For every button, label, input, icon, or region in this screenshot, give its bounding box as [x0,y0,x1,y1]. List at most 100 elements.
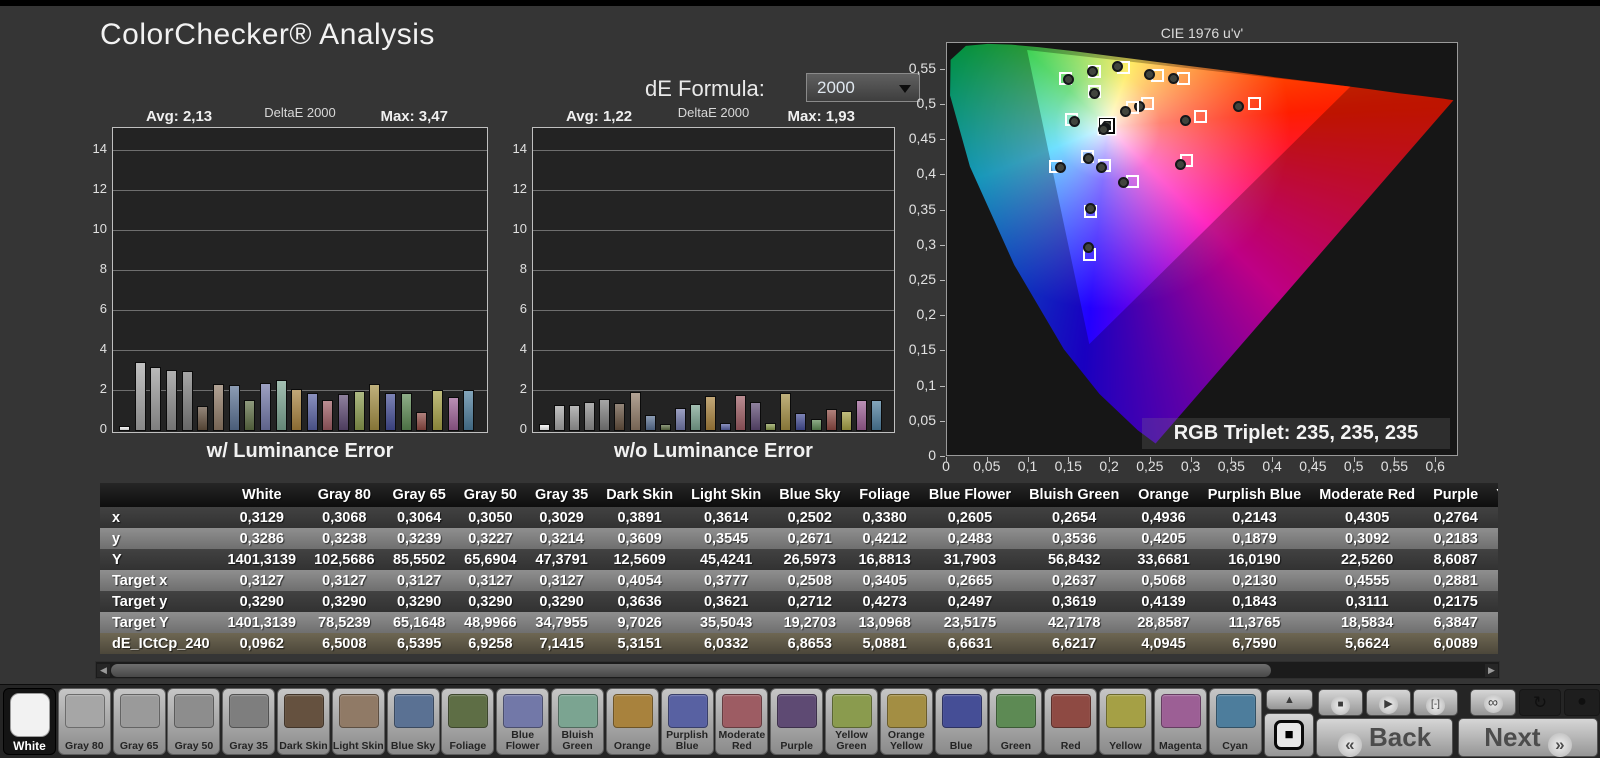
column-header: White [219,483,306,507]
patch-swatch-moderate-red [722,694,762,728]
table-cell: 0,2671 [770,528,849,549]
table-cell: 78,5239 [305,612,383,633]
row-header: dE_ICtCp_240 [100,633,219,654]
scrollbar-thumb[interactable] [111,664,1271,677]
patch-swatch-dark-skin [284,694,324,728]
patch-button-blue-sky[interactable]: Blue Sky [387,688,440,755]
table-cell: 0,3050 [455,507,526,528]
collapse-button[interactable]: ▲ [1266,689,1313,710]
patch-button-white[interactable]: White [3,688,56,755]
gridline [533,230,894,231]
bar-purplish-blue [720,423,731,431]
patch-button-blue[interactable]: Blue [935,688,988,755]
table-cell: 0,3732 [1487,507,1498,528]
table-cell: 0,3029 [526,507,597,528]
measured-marker-green [1063,74,1074,85]
patch-button-dark-skin[interactable]: Dark Skin [277,688,330,755]
back-button[interactable]: « Back [1316,718,1453,757]
table-row: Target Y1401,313978,523965,164848,996634… [100,612,1498,633]
bar-purple [750,402,761,431]
measured-marker-magenta [1175,159,1186,170]
table-cell: 5,3151 [597,633,682,654]
patch-label: Magenta [1155,741,1206,752]
pattern-size-button[interactable]: [-] [1413,689,1458,716]
table-cell: 0,3380 [849,507,919,528]
pattern-window-button[interactable]: ■ [1264,713,1314,757]
scroll-left-icon[interactable]: ◀ [97,664,110,677]
patch-button-gray-80[interactable]: Gray 80 [58,688,111,755]
patch-button-green[interactable]: Green [989,688,1042,755]
column-header: Orange [1128,483,1198,507]
cie-diagram-title: CIE 1976 u'v' [946,25,1458,41]
patch-button-orange[interactable]: Orange [606,688,659,755]
cie-x-tickmark [1354,457,1355,462]
patch-label: Green [990,741,1041,752]
measured-marker-blue-flower [1096,162,1107,173]
table-cell: 0,3777 [682,570,770,591]
continuous-measure-button[interactable]: ∞ [1470,689,1516,716]
patch-button-gray-50[interactable]: Gray 50 [167,688,220,755]
patch-swatch-purplish-blue [668,694,708,728]
patch-label: Yellow Green [826,730,877,752]
stop-button[interactable]: ■ [1318,689,1363,716]
chart2-max: Max: 1,93 [787,108,855,125]
table-cell: 0,0962 [219,633,306,654]
table-scrollbar[interactable]: ◀ ▶ [95,661,1500,679]
next-button[interactable]: Next » [1458,718,1598,757]
patch-button-red[interactable]: Red [1044,688,1097,755]
table-cell: 0,3290 [526,591,597,612]
table-cell: 0,4985 [1487,591,1498,612]
table-row: dE_ICtCp_2400,09626,50086,53956,92587,14… [100,633,1498,654]
patch-label: Yellow [1100,741,1151,752]
patch-button-foliage[interactable]: Foliage [441,688,494,755]
patch-button-cyan[interactable]: Cyan [1209,688,1262,755]
bar-light-skin [213,384,224,431]
scroll-right-icon[interactable]: ▶ [1485,664,1498,677]
cie-y-tick: 0,05 [898,412,936,428]
play-button[interactable]: ▶ [1366,689,1411,716]
bar-cyan [463,390,474,431]
table-cell: 0,3405 [849,570,919,591]
record-button-disabled[interactable]: ● [1564,689,1600,716]
chart1-max: Max: 3,47 [380,108,448,125]
sync-button-disabled[interactable]: ↻ [1519,689,1561,716]
table-corner [100,483,219,507]
cie-y-tickmark [940,174,945,175]
measured-marker-orange [1168,73,1179,84]
table-cell: 47,3791 [526,549,597,570]
table-cell: 19,2703 [770,612,849,633]
measured-marker-orange-yellow [1144,69,1155,80]
patch-button-moderate-red[interactable]: Moderate Red [715,688,768,755]
column-header: Dark Skin [597,483,682,507]
table-cell: 0,4273 [849,591,919,612]
table-cell: 0,2483 [920,528,1020,549]
table-cell: 0,2143 [1199,507,1310,528]
table-cell: 0,3127 [219,570,306,591]
y-axis-tick: 10 [499,221,527,236]
page-title: ColorChecker® Analysis [100,18,435,52]
patch-button-magenta[interactable]: Magenta [1154,688,1207,755]
next-chevron-icon: » [1548,733,1572,757]
patch-swatch-gray-50 [174,694,214,728]
patch-button-gray-65[interactable]: Gray 65 [113,688,166,755]
table-cell: 7,1415 [526,633,597,654]
patch-button-blue-flower[interactable]: Blue Flower [496,688,549,755]
patch-button-light-skin[interactable]: Light Skin [332,688,385,755]
bar-red [826,409,837,431]
cie-y-tickmark [940,104,945,105]
bar-gray-50 [166,370,177,431]
patch-button-gray-35[interactable]: Gray 35 [222,688,275,755]
cie-x-tickmark [946,457,947,462]
bar-orange-yellow [780,393,791,431]
patch-button-bluish-green[interactable]: Bluish Green [551,688,604,755]
table-cell: 9,7026 [597,612,682,633]
bar-blue-flower [675,408,686,431]
table-cell: 0,2502 [770,507,849,528]
patch-button-yellow[interactable]: Yellow [1099,688,1152,755]
table-row: x0,31290,30680,30640,30500,30290,38910,3… [100,507,1498,528]
patch-button-yellow-green[interactable]: Yellow Green [825,688,878,755]
patch-button-orange-yellow[interactable]: Orange Yellow [880,688,933,755]
patch-button-purple[interactable]: Purple [770,688,823,755]
patch-button-purplish-blue[interactable]: Purplish Blue [661,688,714,755]
cie-y-tickmark [940,139,945,140]
